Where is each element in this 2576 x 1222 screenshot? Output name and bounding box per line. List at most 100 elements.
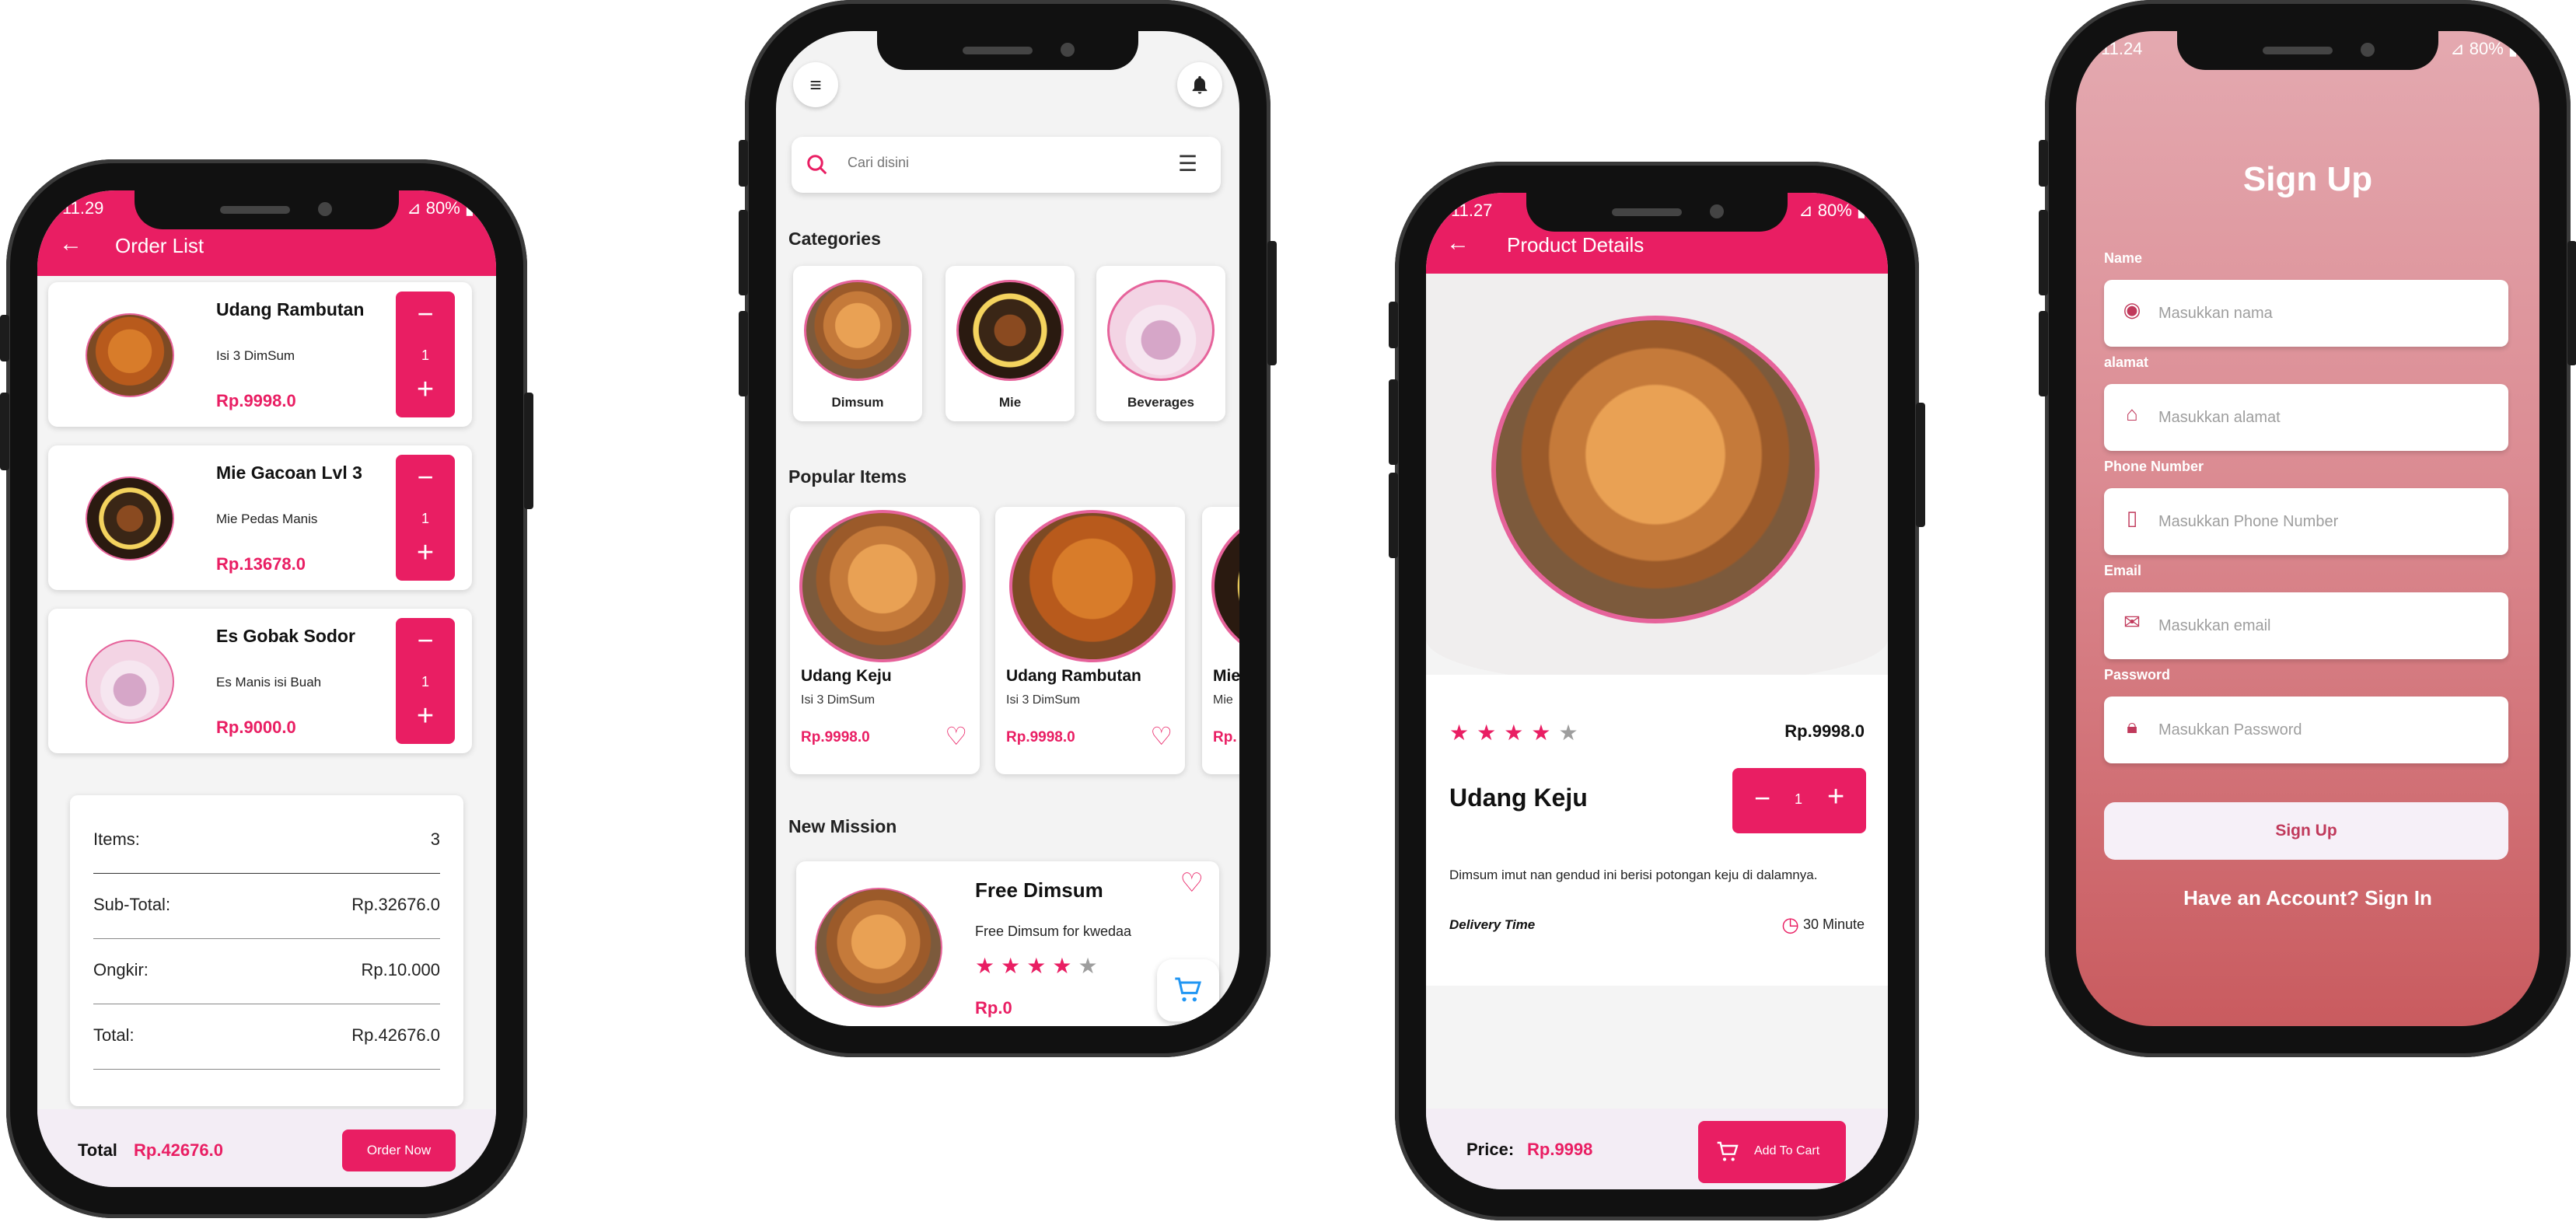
back-arrow-icon[interactable]: ← xyxy=(59,231,82,257)
category-label: Beverages xyxy=(1127,395,1194,410)
notification-button[interactable] xyxy=(1177,62,1222,107)
filter-icon[interactable]: ☰ xyxy=(1178,151,1197,176)
add-to-cart-button[interactable]: Add To Cart xyxy=(1698,1121,1846,1183)
minus-button[interactable]: − xyxy=(396,298,455,330)
name-field[interactable]: ◉ Masukkan nama xyxy=(2104,280,2508,347)
popular-price: Rp.9998.0 xyxy=(801,729,870,745)
field-placeholder: Masukkan nama xyxy=(2158,305,2273,322)
cart-fab[interactable] xyxy=(1157,959,1219,1021)
categories-title: Categories xyxy=(788,229,881,249)
category-label: Dimsum xyxy=(831,395,884,410)
mission-price: Rp.0 xyxy=(975,998,1012,1018)
battery-status: ⊿ 80% ▮ xyxy=(1798,201,1866,220)
field-label: Name xyxy=(2104,250,2143,266)
quantity-stepper: − 1 + xyxy=(396,618,455,744)
field-label: alamat xyxy=(2104,354,2149,370)
back-arrow-icon[interactable]: ← xyxy=(1446,230,1470,257)
food-image xyxy=(86,477,174,560)
total-label: Total: xyxy=(93,1025,135,1045)
field-label: Password xyxy=(2104,667,2171,683)
category-card-dimsum[interactable]: Dimsum xyxy=(793,266,922,421)
product-rating: ★★★★★ xyxy=(1449,720,1586,745)
footer-total-value: Rp.42676.0 xyxy=(134,1140,223,1160)
item-price: Rp.13678.0 xyxy=(216,554,306,574)
item-desc: Es Manis isi Buah xyxy=(216,675,322,690)
minus-button[interactable]: − xyxy=(396,461,455,494)
popular-desc: Mie xyxy=(1213,693,1233,707)
order-item-card: Es Gobak Sodor Es Manis isi Buah Rp.9000… xyxy=(48,609,472,753)
mission-name: Free Dimsum xyxy=(975,878,1103,902)
heart-icon[interactable]: ♡ xyxy=(1150,721,1173,751)
alamat-field[interactable]: ⌂ Masukkan alamat xyxy=(2104,384,2508,451)
category-card-mie[interactable]: Mie xyxy=(945,266,1075,421)
heart-icon[interactable]: ♡ xyxy=(1180,868,1204,899)
star-icon: ★ xyxy=(1001,954,1027,978)
popular-item-card[interactable]: Udang Keju Isi 3 DimSum Rp.9998.0 ♡ xyxy=(790,507,980,774)
item-desc: Mie Pedas Manis xyxy=(216,511,318,526)
popular-price: Rp. xyxy=(1213,729,1237,745)
plus-button[interactable]: + xyxy=(396,700,455,733)
popular-name: Udang Rambutan xyxy=(1006,667,1141,685)
delivery-time: ◷ 30 Minute xyxy=(1781,913,1865,937)
item-name: Udang Rambutan xyxy=(216,299,365,319)
menu-icon: ≡ xyxy=(809,73,822,96)
email-field[interactable]: ✉ Masukkan email xyxy=(2104,592,2508,659)
star-icon: ★ xyxy=(1052,954,1078,978)
order-now-button[interactable]: Order Now xyxy=(342,1129,456,1171)
plus-button[interactable]: + xyxy=(396,536,455,570)
star-icon: ★ xyxy=(1026,954,1053,978)
star-icon: ★ xyxy=(1477,721,1505,745)
home-icon: ⌂ xyxy=(2126,402,2138,425)
item-desc: Isi 3 DimSum xyxy=(216,348,295,363)
minus-button[interactable]: − xyxy=(1754,782,1770,815)
quantity-stepper: − 1 + xyxy=(396,455,455,581)
cart-icon xyxy=(1717,1141,1739,1161)
minus-button[interactable]: − xyxy=(396,624,455,657)
search-bar[interactable]: ☰ xyxy=(792,137,1221,193)
page-title: Product Details xyxy=(1507,233,1645,257)
category-card-beverages[interactable]: Beverages xyxy=(1096,266,1225,421)
phone-number-field[interactable]: ▯ Masukkan Phone Number xyxy=(2104,488,2508,555)
category-label: Mie xyxy=(998,395,1022,410)
mission-card[interactable]: Free Dimsum ♡ Free Dimsum for kwedaa ★★★… xyxy=(796,861,1219,1026)
order-footer: Total Rp.42676.0 Order Now xyxy=(37,1109,496,1187)
delivery-label: Delivery Time xyxy=(1449,917,1536,932)
category-image xyxy=(804,280,911,381)
password-field[interactable]: 🔒︎ Masukkan Password xyxy=(2104,697,2508,763)
order-list-screen: 11.29 ⊿ 80% ▮ ← Order List Udang Rambutan… xyxy=(37,190,496,1187)
item-price: Rp.9998.0 xyxy=(216,391,296,410)
product-price: Rp.9998.0 xyxy=(1784,721,1865,741)
popular-image xyxy=(1009,510,1176,662)
ongkir-value: Rp.10.000 xyxy=(361,960,440,979)
add-to-cart-label: Add To Cart xyxy=(1754,1144,1820,1157)
footer-price-label: Price: xyxy=(1466,1140,1515,1159)
order-item-card: Mie Gacoan Lvl 3 Mie Pedas Manis Rp.1367… xyxy=(48,445,472,590)
lock-icon: 🔒︎ xyxy=(2127,714,2137,738)
product-footer: Price: Rp.9998 Add To Cart xyxy=(1426,1109,1888,1189)
heart-icon[interactable]: ♡ xyxy=(945,721,967,751)
field-placeholder: Masukkan Phone Number xyxy=(2158,513,2339,530)
phone-order-list: 11.29 ⊿ 80% ▮ ← Order List Udang Rambutan… xyxy=(0,159,533,1218)
quantity-value: 1 xyxy=(1795,791,1803,807)
popular-desc: Isi 3 DimSum xyxy=(801,693,876,707)
clock-icon: ◷ xyxy=(1781,913,1799,936)
search-input[interactable] xyxy=(846,154,1145,172)
status-time: 11.24 xyxy=(2101,39,2143,58)
popular-image xyxy=(1211,510,1239,662)
person-icon: ◉ xyxy=(2123,298,2141,321)
popular-item-card[interactable]: Mie Mie Rp. xyxy=(1202,507,1239,774)
food-image xyxy=(86,640,174,724)
plus-button[interactable]: + xyxy=(396,373,455,407)
subtotal-label: Sub-Total: xyxy=(93,895,171,914)
mail-icon: ✉ xyxy=(2123,610,2141,634)
plus-button[interactable]: + xyxy=(1827,780,1844,814)
sign-up-button[interactable]: Sign Up xyxy=(2104,802,2508,860)
product-image xyxy=(1491,316,1819,623)
bell-icon xyxy=(1192,75,1208,94)
product-description: Dimsum imut nan gendud ini berisi potong… xyxy=(1449,868,1818,882)
page-title: Order List xyxy=(115,234,204,257)
popular-item-card[interactable]: Udang Rambutan Isi 3 DimSum Rp.9998.0 ♡ xyxy=(995,507,1185,774)
mission-desc: Free Dimsum for kwedaa xyxy=(975,923,1132,939)
sign-in-link[interactable]: Sign In xyxy=(2365,886,2432,910)
menu-button[interactable]: ≡ xyxy=(793,62,838,107)
